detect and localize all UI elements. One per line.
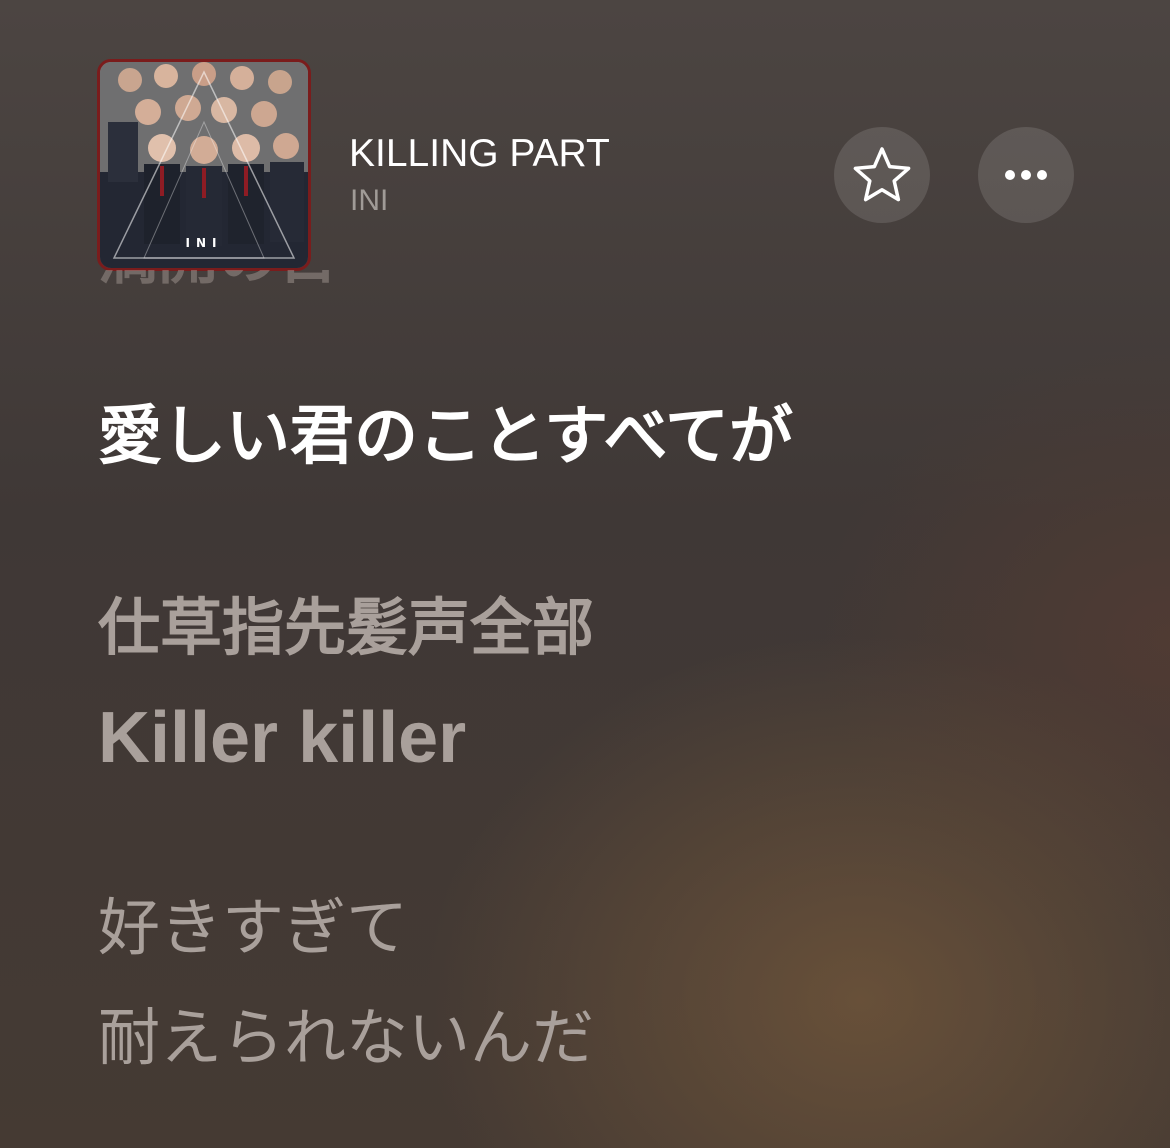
lyric-previous-text: 満開の日 — [98, 270, 338, 292]
song-title[interactable]: KILLING PART — [349, 131, 610, 177]
favorite-button[interactable] — [834, 127, 930, 223]
star-icon — [853, 147, 911, 202]
lyric-upcoming-line[interactable]: 耐えられないんだ — [98, 998, 594, 1078]
album-artwork-label: INI — [185, 236, 223, 250]
album-artwork[interactable]: INI — [97, 59, 311, 271]
more-options-button[interactable] — [978, 127, 1074, 223]
lyric-upcoming-line[interactable]: Killer killer — [98, 698, 466, 778]
lyric-upcoming-line[interactable]: 好きすぎて — [98, 888, 408, 968]
now-playing-header: INI KILLING PART INI — [0, 0, 1170, 290]
lyric-upcoming-line[interactable]: 仕草指先髪声全部 — [98, 588, 594, 668]
song-artist[interactable]: INI — [350, 183, 388, 219]
lyric-current-line[interactable]: 愛しい君のことすべてが — [98, 397, 793, 477]
lyric-previous-line[interactable]: 満開の日 — [98, 270, 338, 292]
ellipsis-icon — [1005, 170, 1047, 180]
